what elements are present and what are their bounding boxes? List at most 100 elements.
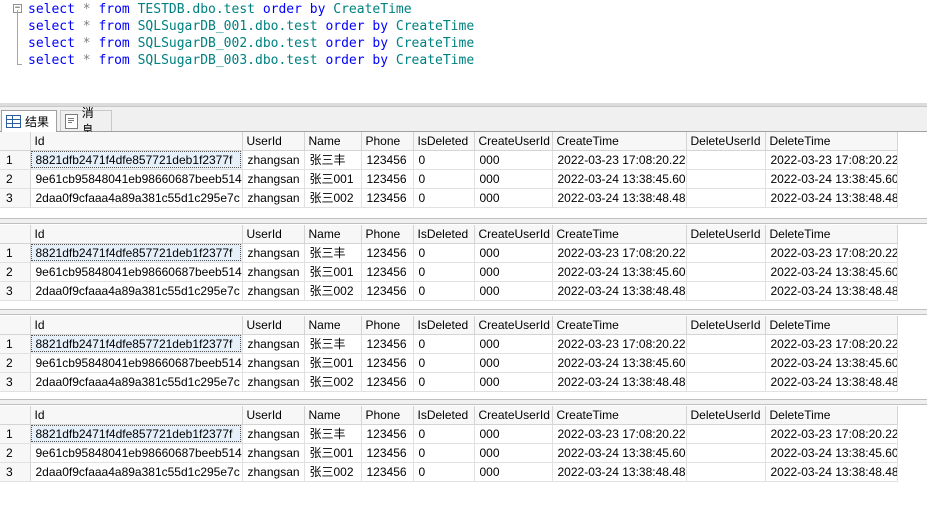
column-header[interactable]: Phone xyxy=(361,316,414,335)
column-header[interactable]: DeleteTime xyxy=(765,225,898,244)
column-header[interactable]: Id xyxy=(30,316,243,335)
column-header[interactable]: CreateUserId xyxy=(474,406,553,425)
table-cell[interactable]: 9e61cb95848041eb98660687beeb5149 xyxy=(30,443,243,463)
table-cell[interactable]: 000 xyxy=(474,262,553,282)
sql-editor[interactable]: − select * from TESTDB.dbo.test order by… xyxy=(0,0,927,103)
row-header-corner[interactable] xyxy=(0,132,31,151)
table-cell[interactable]: 8821dfb2471f4dfe857721deb1f2377f xyxy=(30,150,243,170)
result-grid[interactable]: Id UserId Name Phone IsDeleted CreateUserId Cr… xyxy=(0,316,927,400)
table-cell[interactable]: 9e61cb95848041eb98660687beeb5149 xyxy=(30,169,243,189)
table-cell[interactable]: 000 xyxy=(474,150,553,170)
table-cell[interactable]: zhangsan xyxy=(242,353,305,373)
table-cell[interactable]: 000 xyxy=(474,188,553,208)
table-cell[interactable]: 张三001 xyxy=(304,262,362,282)
column-header[interactable]: IsDeleted xyxy=(413,316,475,335)
table-cell[interactable]: 2022-03-24 13:38:45.600 xyxy=(552,443,687,463)
result-grid[interactable]: Id UserId Name Phone IsDeleted CreateUserId Cr… xyxy=(0,225,927,309)
table-cell[interactable]: 2022-03-24 13:38:45.600 xyxy=(552,169,687,189)
column-header[interactable]: IsDeleted xyxy=(413,406,475,425)
table-cell[interactable]: 9e61cb95848041eb98660687beeb5149 xyxy=(30,262,243,282)
table-cell[interactable] xyxy=(686,281,766,301)
table-cell[interactable] xyxy=(686,372,766,392)
column-header[interactable]: UserId xyxy=(242,406,305,425)
row-number[interactable]: 1 xyxy=(0,243,31,263)
table-cell[interactable] xyxy=(686,262,766,282)
column-header[interactable]: DeleteTime xyxy=(765,132,898,151)
table-cell[interactable]: 000 xyxy=(474,169,553,189)
table-cell[interactable]: 000 xyxy=(474,372,553,392)
table-cell[interactable]: 123456 xyxy=(361,353,414,373)
table-cell[interactable]: 张三丰 xyxy=(304,334,362,354)
table-cell[interactable]: 000 xyxy=(474,353,553,373)
table-row[interactable]: 2 9e61cb95848041eb98660687beeb5149 zhangsa… xyxy=(0,353,898,373)
table-cell[interactable]: 2022-03-23 17:08:20.223 xyxy=(765,334,898,354)
table-cell[interactable]: 2022-03-24 13:38:48.483 xyxy=(552,281,687,301)
table-row[interactable]: 3 2daa0f9cfaaa4a89a381c55d1c295e7c zhangsa… xyxy=(0,281,898,301)
table-cell[interactable]: zhangsan xyxy=(242,443,305,463)
row-number[interactable]: 1 xyxy=(0,424,31,444)
table-cell[interactable]: 2daa0f9cfaaa4a89a381c55d1c295e7c xyxy=(30,281,243,301)
table-cell[interactable]: 张三丰 xyxy=(304,424,362,444)
table-cell[interactable]: 2022-03-24 13:38:45.600 xyxy=(552,353,687,373)
table-cell[interactable]: zhangsan xyxy=(242,150,305,170)
table-cell[interactable]: 123456 xyxy=(361,334,414,354)
table-row[interactable]: 3 2daa0f9cfaaa4a89a381c55d1c295e7c zhangsa… xyxy=(0,188,898,208)
row-number[interactable]: 1 xyxy=(0,150,31,170)
table-row[interactable]: 3 2daa0f9cfaaa4a89a381c55d1c295e7c zhangsa… xyxy=(0,372,898,392)
table-cell[interactable] xyxy=(686,188,766,208)
column-header[interactable]: CreateTime xyxy=(552,406,687,425)
table-cell[interactable] xyxy=(686,443,766,463)
table-cell[interactable]: 8821dfb2471f4dfe857721deb1f2377f xyxy=(30,243,243,263)
table-cell[interactable]: 2022-03-24 13:38:48.483 xyxy=(552,372,687,392)
table-cell[interactable]: zhangsan xyxy=(242,372,305,392)
column-header[interactable]: UserId xyxy=(242,316,305,335)
column-header[interactable]: Name xyxy=(304,406,362,425)
table-cell[interactable]: 2022-03-24 13:38:45.600 xyxy=(765,443,898,463)
table-cell[interactable]: 2daa0f9cfaaa4a89a381c55d1c295e7c xyxy=(30,462,243,482)
table-cell[interactable]: 张三丰 xyxy=(304,150,362,170)
table-cell[interactable]: 2022-03-24 13:38:45.600 xyxy=(765,353,898,373)
grid-splitter[interactable] xyxy=(0,218,927,224)
row-header-corner[interactable] xyxy=(0,406,31,425)
table-cell[interactable]: 0 xyxy=(413,150,475,170)
tab-results[interactable]: 结果 xyxy=(1,110,57,132)
table-cell[interactable]: 123456 xyxy=(361,262,414,282)
table-cell[interactable]: 张三002 xyxy=(304,281,362,301)
table-cell[interactable]: 张三002 xyxy=(304,188,362,208)
table-cell[interactable]: 0 xyxy=(413,281,475,301)
column-header[interactable]: Phone xyxy=(361,132,414,151)
table-cell[interactable]: 2022-03-23 17:08:20.223 xyxy=(552,424,687,444)
sql-line[interactable]: select * from SQLSugarDB_001.dbo.test or… xyxy=(28,18,474,35)
column-header[interactable]: IsDeleted xyxy=(413,132,475,151)
table-cell[interactable]: 123456 xyxy=(361,443,414,463)
table-cell[interactable]: 123456 xyxy=(361,281,414,301)
table-cell[interactable]: 2022-03-24 13:38:45.600 xyxy=(765,262,898,282)
grid-splitter[interactable] xyxy=(0,309,927,315)
column-header[interactable]: Name xyxy=(304,132,362,151)
table-cell[interactable]: 0 xyxy=(413,443,475,463)
table-cell[interactable]: 2daa0f9cfaaa4a89a381c55d1c295e7c xyxy=(30,372,243,392)
table-cell[interactable]: zhangsan xyxy=(242,424,305,444)
column-header[interactable]: DeleteUserId xyxy=(686,316,766,335)
table-cell[interactable]: 2022-03-23 17:08:20.223 xyxy=(552,334,687,354)
table-cell[interactable]: 2022-03-23 17:08:20.223 xyxy=(552,243,687,263)
table-cell[interactable]: zhangsan xyxy=(242,169,305,189)
column-header[interactable]: CreateTime xyxy=(552,225,687,244)
table-cell[interactable]: 123456 xyxy=(361,243,414,263)
column-header[interactable]: CreateTime xyxy=(552,132,687,151)
table-cell[interactable] xyxy=(686,424,766,444)
column-header[interactable]: Id xyxy=(30,132,243,151)
column-header[interactable]: Id xyxy=(30,225,243,244)
table-cell[interactable]: 2022-03-23 17:08:20.223 xyxy=(552,150,687,170)
table-cell[interactable]: 2022-03-23 17:08:20.223 xyxy=(765,150,898,170)
table-cell[interactable]: 张三丰 xyxy=(304,243,362,263)
table-cell[interactable]: zhangsan xyxy=(242,334,305,354)
row-number[interactable]: 1 xyxy=(0,334,31,354)
table-cell[interactable]: zhangsan xyxy=(242,262,305,282)
table-cell[interactable] xyxy=(686,462,766,482)
table-cell[interactable]: 2022-03-23 17:08:20.223 xyxy=(765,243,898,263)
table-cell[interactable]: 2022-03-24 13:38:48.483 xyxy=(552,188,687,208)
sql-line[interactable]: select * from SQLSugarDB_003.dbo.test or… xyxy=(28,52,474,69)
table-cell[interactable]: 2022-03-23 17:08:20.223 xyxy=(765,424,898,444)
table-cell[interactable]: 8821dfb2471f4dfe857721deb1f2377f xyxy=(30,424,243,444)
